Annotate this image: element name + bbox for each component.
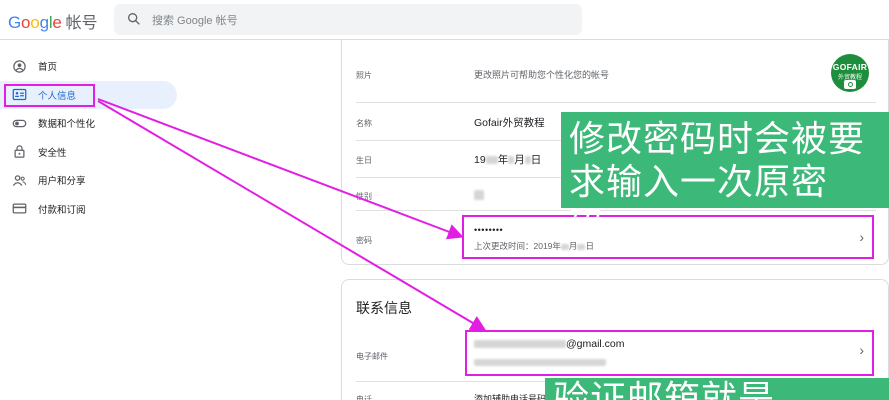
logo-suffix: 帐号 [65,15,98,32]
search-icon [127,12,140,25]
sidebar-item-payments[interactable]: 付款和订阅 [0,195,180,224]
birthday-label: 生日 [356,156,372,165]
sidebar: 首页 个人信息 数据和个性化 安全性 用户和分享 付款和订阅 [0,52,180,223]
logo-letter: o [30,13,40,32]
password-note-line2: 求输入一次原密码。 [569,161,829,245]
blurred-text [508,156,515,165]
sidebar-item-data-personalization[interactable]: 数据和个性化 [0,109,180,138]
name-label: 名称 [356,119,372,128]
password-label: 密码 [356,236,372,245]
sidebar-item-label: 数据和个性化 [38,119,96,131]
blurred-text [485,156,498,165]
photo-label: 照片 [356,71,372,80]
birthday-month-unit: 月 [514,154,525,166]
people-icon [12,173,27,188]
logo-letter: o [21,13,31,32]
email-label: 电子邮件 [356,352,388,361]
name-value: Gofair外贸教程 [474,117,545,129]
sidebar-item-people-sharing[interactable]: 用户和分享 [0,166,180,195]
birthday-year-unit: 年 [497,154,509,166]
sidebar-item-label: 安全性 [38,147,67,159]
home-icon [12,59,27,74]
sidebar-item-security[interactable]: 安全性 [0,138,180,167]
divider [356,102,876,103]
search-input[interactable]: 搜索 Google 帐号 [114,4,582,35]
logo-letter: G [8,13,22,32]
sidebar-item-label: 首页 [38,62,58,74]
birthday-year-prefix: 19 [474,154,486,166]
email-note-text: 验证邮箱就是…… [553,378,850,400]
gender-value [474,189,484,201]
sidebar-item-home[interactable]: 首页 [0,52,180,81]
avatar[interactable]: GOFAIR 外贸教程 [831,54,869,92]
toggle-icon [12,116,27,131]
phone-label: 电话 [356,395,372,400]
camera-icon[interactable] [844,80,856,89]
birthday-value: 19 年月日 [474,152,541,167]
section-title: 联系信息 [356,300,412,316]
logo-letter: e [52,13,62,32]
sidebar-highlight-box [4,84,95,107]
gender-label: 性别 [356,192,372,201]
avatar-text: GOFAIR [832,62,868,72]
email-note: 验证邮箱就是…… [545,378,889,400]
password-note-line1: 修改密码时会被要 [569,118,866,159]
sidebar-item-label: 付款和订阅 [38,204,86,216]
password-note: 修改密码时会被要 求输入一次原密码。 [561,112,889,245]
search-placeholder: 搜索 Google 帐号 [152,15,238,27]
email-highlight-box [465,330,874,376]
credit-card-icon [12,201,27,216]
sidebar-item-label: 用户和分享 [38,176,86,188]
google-account-logo[interactable]: Google 帐号 [8,9,97,33]
photo-description: 更改照片可帮助您个性化您的帐号 [474,70,610,80]
blurred-text [524,156,531,165]
app-header: Google 帐号 搜索 Google 帐号 [0,0,889,40]
lock-icon [12,144,27,159]
phone-value: 添加辅助电话号码 [474,394,547,400]
birthday-day-unit: 日 [530,154,542,166]
logo-letter: g [39,13,49,32]
blurred-text [474,190,484,201]
